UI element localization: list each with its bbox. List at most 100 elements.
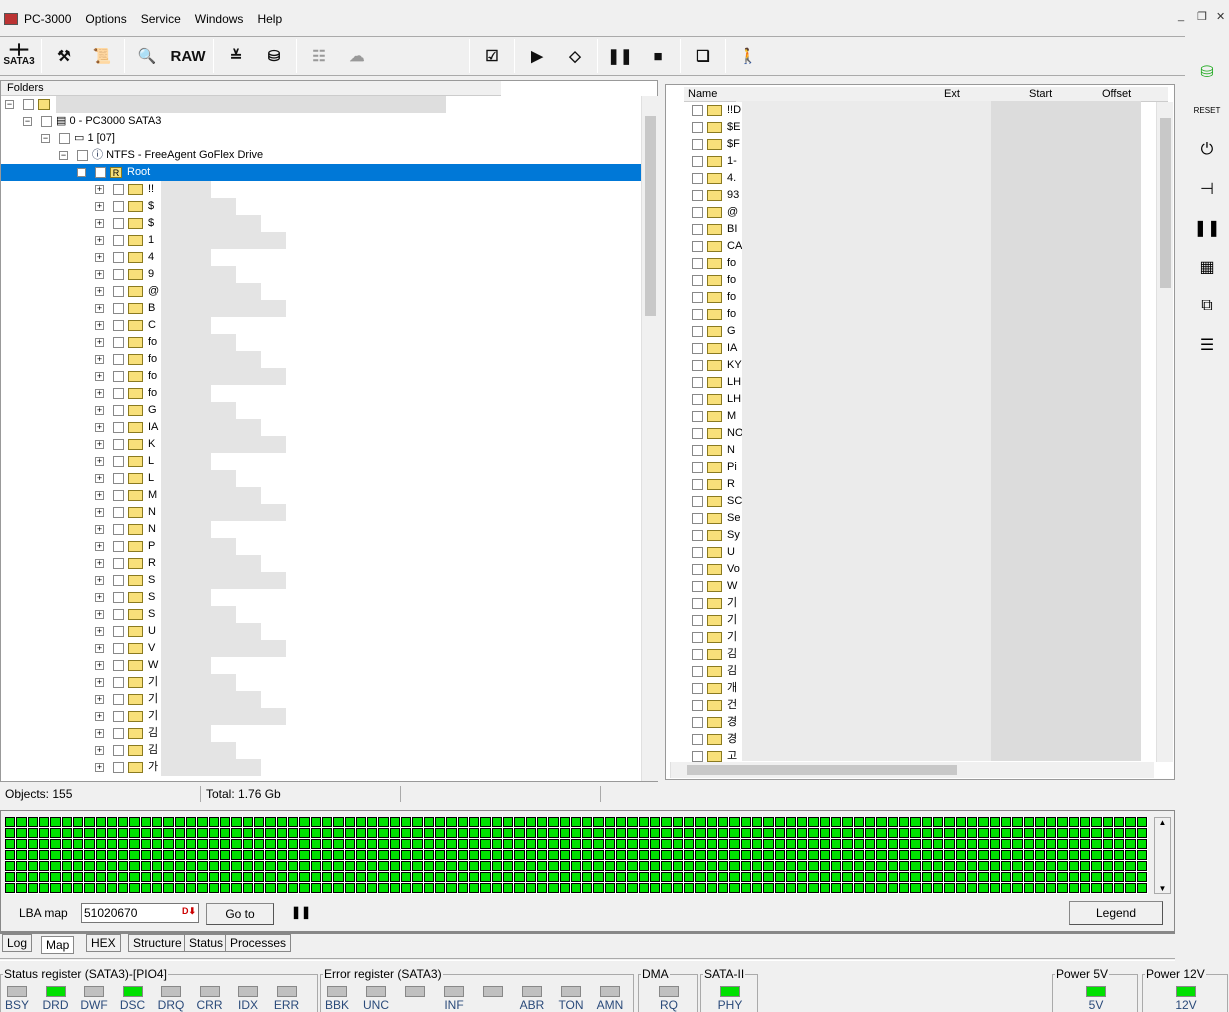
goto-button[interactable]: Go to	[206, 903, 274, 925]
tree-node-drive[interactable]: − ▭ 1 [07]	[41, 130, 115, 147]
tab-hex[interactable]: HEX	[86, 934, 121, 952]
list-item[interactable]: 김	[692, 646, 742, 663]
list-item[interactable]: fo	[692, 306, 742, 323]
list-item[interactable]: Vo	[692, 561, 742, 578]
col-start[interactable]: Start	[1029, 87, 1052, 102]
stop-icon[interactable]: ■	[639, 38, 677, 74]
tree-item[interactable]: + 기	[95, 674, 158, 691]
tab-status[interactable]: Status	[184, 934, 229, 952]
tree-item[interactable]: + P	[95, 538, 155, 555]
tree-item[interactable]: + IA	[95, 419, 158, 436]
tree-item[interactable]: + S	[95, 589, 155, 606]
list-item[interactable]: 93	[692, 187, 742, 204]
menu-options[interactable]: Options	[85, 12, 126, 26]
tab-processes[interactable]: Processes	[225, 934, 292, 952]
registers-icon[interactable]: ▦	[1185, 247, 1229, 286]
check-doc-icon[interactable]: ☑	[473, 38, 511, 74]
tree-item[interactable]: + L	[95, 453, 154, 470]
list-scrollbar-h[interactable]	[670, 762, 1154, 778]
copy-x-icon[interactable]: ⧉	[1185, 286, 1229, 325]
tab-log[interactable]: Log	[2, 934, 33, 952]
map-pause-icon[interactable]: ❚❚	[291, 905, 311, 919]
list-item[interactable]: 건	[692, 697, 742, 714]
tab-map[interactable]: Map	[41, 936, 75, 954]
list-item[interactable]: U	[692, 544, 742, 561]
info-scroll-icon[interactable]: 📜	[83, 38, 121, 74]
windows-icon[interactable]: ❏	[684, 38, 722, 74]
play-icon[interactable]: ▶	[518, 38, 556, 74]
menu-windows[interactable]: Windows	[195, 12, 244, 26]
list-item[interactable]: R	[692, 476, 742, 493]
binoculars-icon[interactable]: 🔍	[128, 38, 166, 74]
settings-icon[interactable]: ☰	[1185, 325, 1229, 364]
list-item[interactable]: 경	[692, 714, 742, 731]
list-item[interactable]: SC	[692, 493, 742, 510]
list-item[interactable]: LH	[692, 374, 742, 391]
list-item[interactable]: 개	[692, 680, 742, 697]
exit-icon[interactable]: 🚶	[729, 38, 767, 74]
list-item[interactable]: 1-	[692, 153, 742, 170]
pause-icon[interactable]: ❚❚	[1185, 208, 1229, 247]
tree-item[interactable]: + $	[95, 198, 154, 215]
tree-item[interactable]: + fo	[95, 385, 157, 402]
tree-item[interactable]: + U	[95, 623, 156, 640]
tree-node-root-top[interactable]: −	[5, 96, 55, 113]
tree-item[interactable]: + @	[95, 283, 159, 300]
database-icon[interactable]: ⛁	[1185, 52, 1229, 91]
list-item[interactable]: fo	[692, 272, 742, 289]
tree-item[interactable]: +1	[95, 232, 154, 249]
reset-icon[interactable]: RESET	[1185, 91, 1229, 130]
list-item[interactable]: 김	[692, 663, 742, 680]
close-icon[interactable]: ✕	[1216, 10, 1225, 23]
list-item[interactable]: !!D	[692, 102, 742, 119]
tree-item[interactable]: +4	[95, 249, 154, 266]
list-item[interactable]: fo	[692, 255, 742, 272]
list-item[interactable]: 4.	[692, 170, 742, 187]
legend-button[interactable]: Legend	[1069, 901, 1163, 925]
list-item[interactable]: $F	[692, 136, 742, 153]
tree-node-root-selected[interactable]: − R Root	[1, 164, 641, 181]
lba-dropdown-icon[interactable]: D⬇	[182, 906, 196, 917]
disk-filter-icon[interactable]: ⛁	[255, 38, 293, 74]
lba-map-grid[interactable]	[5, 817, 1148, 894]
tree-item[interactable]: + M	[95, 487, 157, 504]
list-item[interactable]: Se	[692, 510, 742, 527]
tree-item[interactable]: + N	[95, 504, 156, 521]
lba-input[interactable]: 51020670 D⬇	[81, 903, 199, 923]
tree-item[interactable]: + S	[95, 572, 155, 589]
minimize-icon[interactable]: _	[1178, 10, 1184, 22]
list-item[interactable]: IA	[692, 340, 742, 357]
filter-icon[interactable]: ≚	[217, 38, 255, 74]
tree-item[interactable]: + 김	[95, 742, 158, 759]
tree-item[interactable]: + L	[95, 470, 154, 487]
list-item[interactable]: CA	[692, 238, 742, 255]
tree-node-partition[interactable]: − ⓘ NTFS - FreeAgent GoFlex Drive	[59, 147, 263, 164]
tree-item[interactable]: + N	[95, 521, 156, 538]
tree-item[interactable]: + V	[95, 640, 155, 657]
tree-item[interactable]: + B	[95, 300, 155, 317]
list-item[interactable]: N	[692, 442, 742, 459]
tree-item[interactable]: + S	[95, 606, 155, 623]
tree-item[interactable]: + K	[95, 436, 155, 453]
tree-item[interactable]: + 기	[95, 708, 158, 725]
pause-icon[interactable]: ❚❚	[601, 38, 639, 74]
col-name[interactable]: Name	[688, 87, 717, 102]
flowchart-icon[interactable]: ◇	[556, 38, 594, 74]
tree-item[interactable]: + R	[95, 555, 156, 572]
list-scrollbar-v[interactable]	[1156, 102, 1173, 762]
restore-icon[interactable]: ❐	[1197, 10, 1207, 23]
power-icon[interactable]: ⏻	[1185, 130, 1229, 169]
tree-item[interactable]: + fo	[95, 334, 157, 351]
tree-item[interactable]: + fo	[95, 351, 157, 368]
list-item[interactable]: W	[692, 578, 742, 595]
col-ext[interactable]: Ext	[944, 87, 960, 102]
list-item[interactable]: Pi	[692, 459, 742, 476]
list-item[interactable]: Sy	[692, 527, 742, 544]
connect-icon[interactable]: ⊣	[1185, 169, 1229, 208]
menu-app[interactable]: PC-3000	[24, 12, 71, 26]
list-item[interactable]: 경	[692, 731, 742, 748]
tree-node-controller[interactable]: − ▤ 0 - PC3000 SATA3	[23, 113, 161, 130]
tree-scrollbar[interactable]	[641, 96, 658, 781]
tree-item[interactable]: + $	[95, 215, 154, 232]
list-item[interactable]: 기	[692, 595, 742, 612]
